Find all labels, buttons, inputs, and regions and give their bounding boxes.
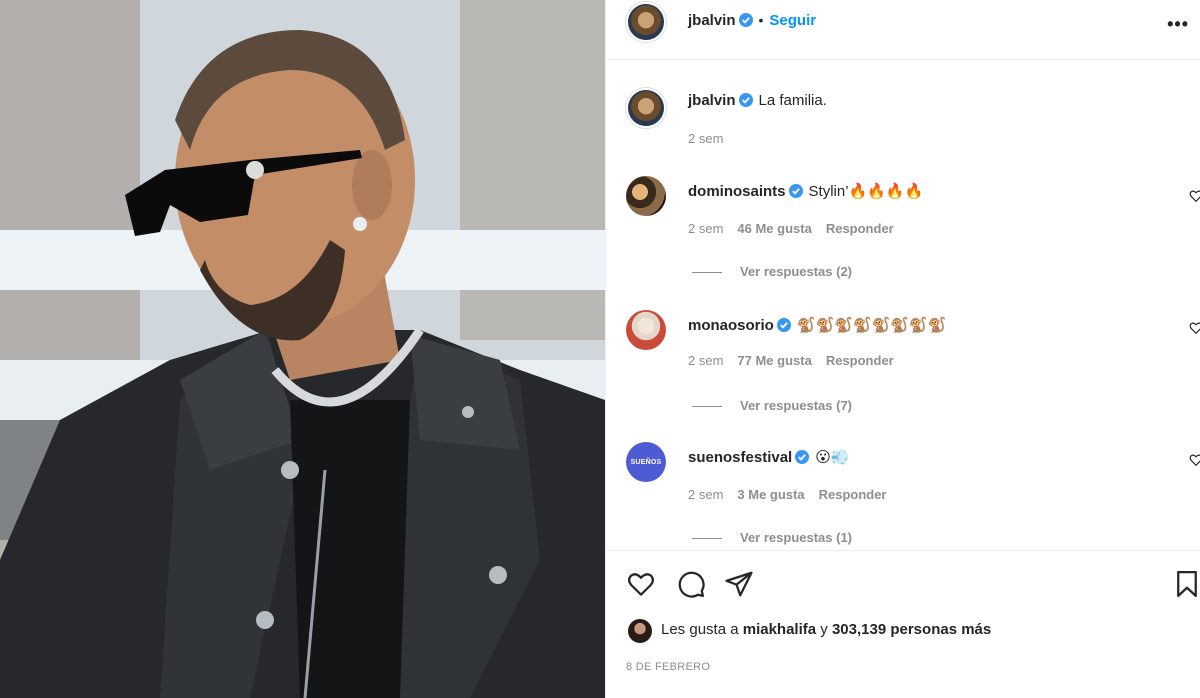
comment-meta: 2 sem 77 Me gusta Responder xyxy=(688,353,908,368)
comment-text-line: monaosorio 🐒🐒🐒🐒🐒🐒🐒🐒 xyxy=(688,316,946,334)
comment-text-line: dominosaints Stylin’🔥🔥🔥🔥 xyxy=(688,182,923,200)
reply-button[interactable]: Responder xyxy=(826,221,894,236)
comment-time[interactable]: 2 sem xyxy=(688,353,723,368)
verified-badge-icon xyxy=(738,93,753,107)
comment-text: Stylin’🔥🔥🔥🔥 xyxy=(808,183,924,200)
reply-button[interactable]: Responder xyxy=(819,487,887,502)
author-avatar[interactable] xyxy=(626,2,666,42)
verified-badge-icon xyxy=(788,184,803,198)
likes-prefix: Les gusta a xyxy=(661,621,739,638)
heart-icon[interactable] xyxy=(626,569,656,599)
more-options-icon[interactable]: ••• xyxy=(1167,14,1189,35)
likes-connector: y xyxy=(820,621,828,638)
follow-button[interactable]: Seguir xyxy=(769,12,816,29)
comment-time[interactable]: 2 sem xyxy=(688,221,723,236)
view-replies-button[interactable]: Ver respuestas (2) xyxy=(692,264,852,279)
replies-divider xyxy=(692,406,722,408)
post-caption: jbalvin La familia. 2 sem xyxy=(606,86,1200,156)
likes-summary[interactable]: Les gusta a miakhalifa y 303,139 persona… xyxy=(661,621,991,638)
comment-time[interactable]: 2 sem xyxy=(688,487,723,502)
liker-avatar[interactable] xyxy=(628,619,652,643)
commenter-avatar[interactable]: SUEÑOS xyxy=(626,442,666,482)
post-side-panel: jbalvin • Seguir ••• jbalvin La familia. 2 … xyxy=(605,0,1200,698)
author-line: jbalvin • Seguir xyxy=(688,12,816,30)
caption-text-line: jbalvin La familia. xyxy=(688,92,827,109)
caption-username[interactable]: jbalvin xyxy=(688,92,736,109)
commenter-avatar[interactable] xyxy=(626,310,666,350)
caption-avatar[interactable] xyxy=(626,88,666,128)
comment-icon[interactable] xyxy=(676,569,706,599)
commenter-username[interactable]: suenosfestival xyxy=(688,449,792,466)
post-header: jbalvin • Seguir ••• xyxy=(606,0,1200,60)
comment-item: monaosorio 🐒🐒🐒🐒🐒🐒🐒🐒 2 sem 77 Me gusta Respo… xyxy=(606,310,1200,420)
commenter-username[interactable]: monaosorio xyxy=(688,317,774,334)
author-username[interactable]: jbalvin xyxy=(688,12,736,29)
replies-divider xyxy=(692,272,722,274)
liker-username[interactable]: miakhalifa xyxy=(743,621,816,638)
caption-text: La familia. xyxy=(758,92,827,109)
reply-button[interactable]: Responder xyxy=(826,353,894,368)
view-replies-label: Ver respuestas (7) xyxy=(740,398,853,413)
view-replies-button[interactable]: Ver respuestas (1) xyxy=(692,530,852,545)
separator-dot: • xyxy=(758,12,764,28)
post-actions: Les gusta a miakhalifa y 303,139 persona… xyxy=(606,550,1200,698)
comment-text: 🐒🐒🐒🐒🐒🐒🐒🐒 xyxy=(796,317,947,334)
comment-item: dominosaints Stylin’🔥🔥🔥🔥 2 sem 46 Me gusta… xyxy=(606,176,1200,286)
view-replies-label: Ver respuestas (1) xyxy=(740,530,853,545)
view-replies-button[interactable]: Ver respuestas (7) xyxy=(692,398,852,413)
likes-count[interactable]: 303,139 personas más xyxy=(832,621,991,638)
heart-icon[interactable] xyxy=(1189,189,1200,203)
heart-icon[interactable] xyxy=(1189,321,1200,335)
heart-icon[interactable] xyxy=(1189,453,1200,467)
caption-time[interactable]: 2 sem xyxy=(688,131,723,146)
comment-likes[interactable]: 77 Me gusta xyxy=(737,353,811,368)
comment-text: 😮💨 xyxy=(815,449,850,466)
bookmark-icon[interactable] xyxy=(1172,569,1200,599)
verified-badge-icon xyxy=(738,13,753,27)
view-replies-label: Ver respuestas (2) xyxy=(740,264,853,279)
commenter-avatar[interactable] xyxy=(626,176,666,216)
replies-divider xyxy=(692,538,722,540)
comment-text-line: suenosfestival 😮💨 xyxy=(688,448,850,466)
comment-meta: 2 sem 3 Me gusta Responder xyxy=(688,487,901,502)
comment-likes[interactable]: 3 Me gusta xyxy=(737,487,804,502)
post-image-illustration xyxy=(0,0,605,698)
comment-item: SUEÑOS suenosfestival 😮💨 2 sem 3 Me gusta R… xyxy=(606,442,1200,550)
commenter-username[interactable]: dominosaints xyxy=(688,183,786,200)
caption-meta: 2 sem xyxy=(688,131,737,146)
share-icon[interactable] xyxy=(724,569,754,599)
comment-meta: 2 sem 46 Me gusta Responder xyxy=(688,221,908,236)
comment-likes[interactable]: 46 Me gusta xyxy=(737,221,811,236)
suenos-avatar-text: SUEÑOS xyxy=(630,458,662,466)
post-photo[interactable] xyxy=(0,0,605,698)
verified-badge-icon xyxy=(776,318,791,332)
post-date[interactable]: 8 DE FEBRERO xyxy=(626,661,710,673)
verified-badge-icon xyxy=(795,450,810,464)
